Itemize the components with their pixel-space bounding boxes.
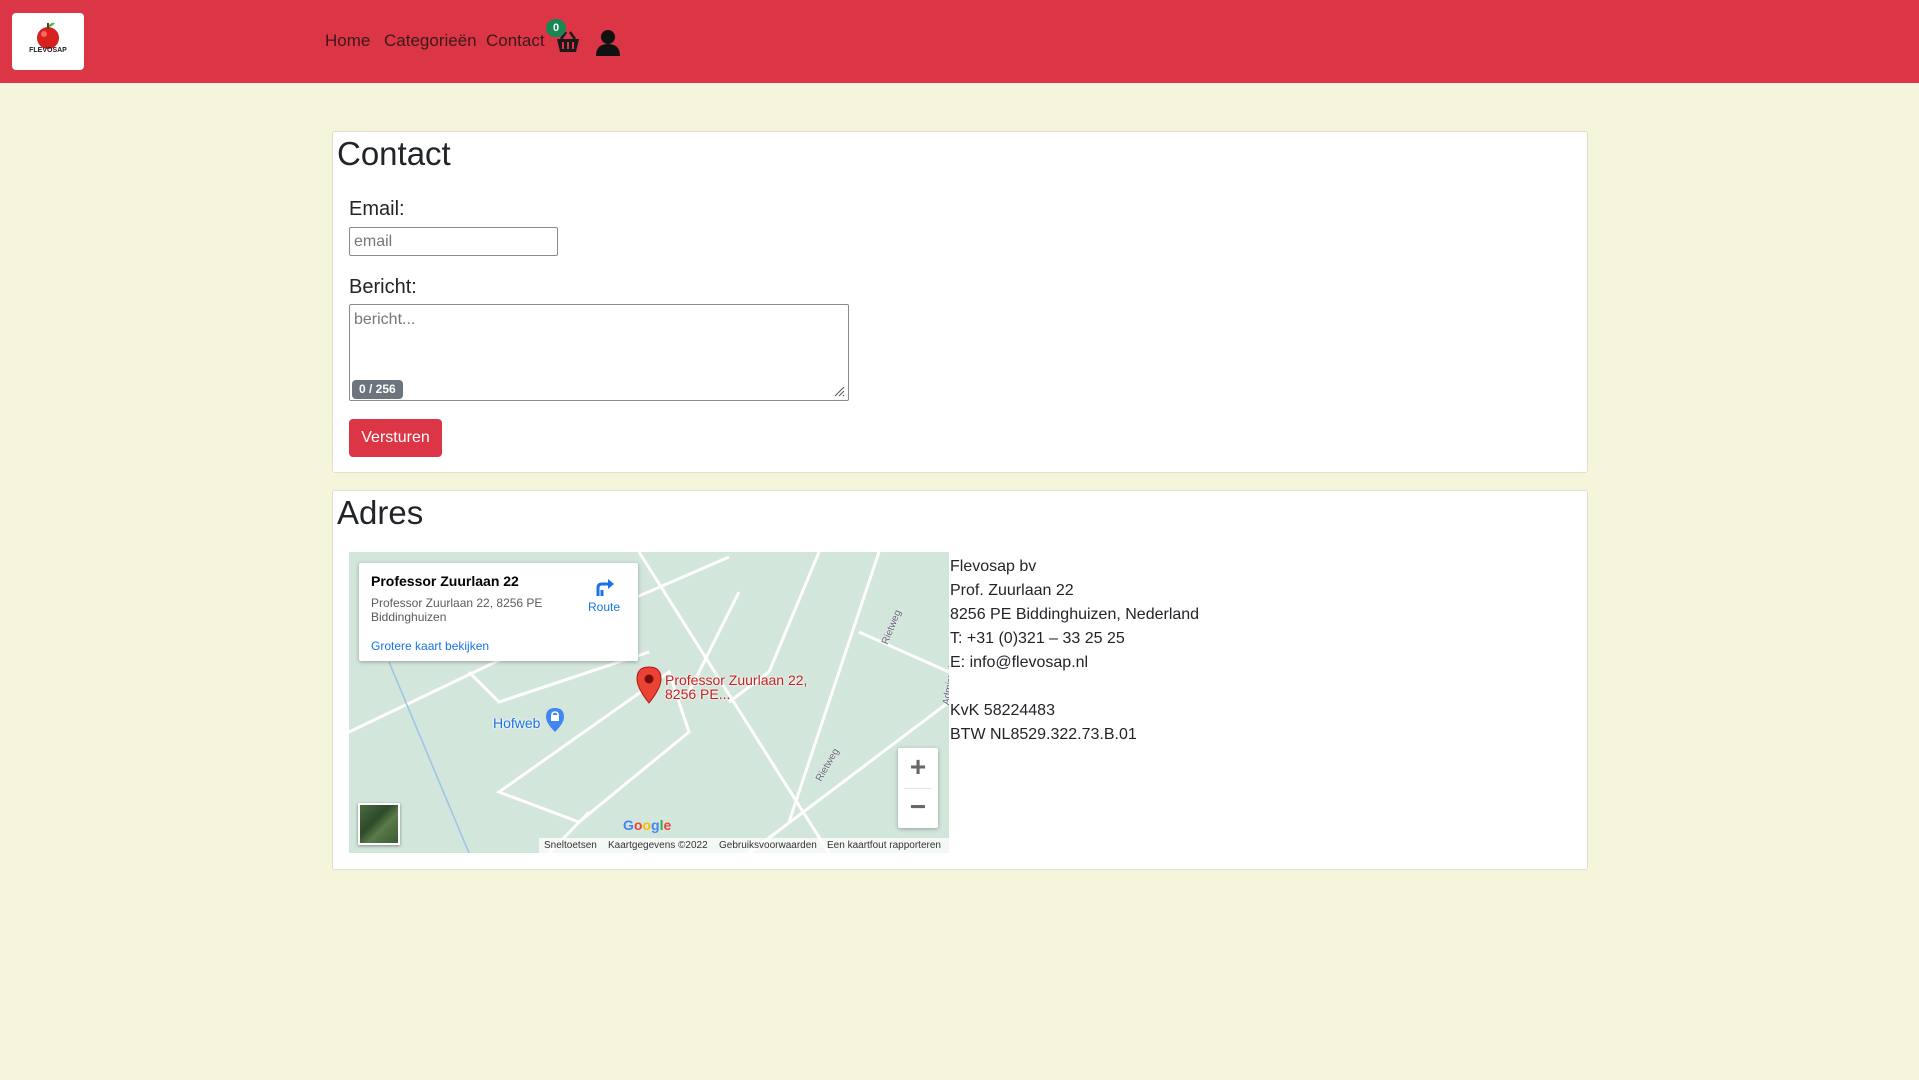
cart-count-badge: 0 — [546, 19, 566, 37]
terms-link[interactable]: Gebruiksvoorwaarden — [719, 838, 817, 853]
map-footer: Sneltoetsen Kaartgegevens ©2022 Gebruiks… — [539, 838, 949, 853]
address-street: Prof. Zuurlaan 22 — [950, 582, 1074, 599]
poi-label[interactable]: Hofweb — [493, 715, 540, 731]
google-logo: Google — [623, 817, 672, 833]
contact-title: Contact — [337, 135, 451, 172]
route-label[interactable]: Route — [588, 600, 620, 614]
map-info-title: Professor Zuurlaan 22 — [371, 573, 519, 589]
submit-button[interactable]: Versturen — [349, 419, 442, 457]
map-embed[interactable]: Professor Zuurlaan 22 Professor Zuurlaan… — [349, 552, 949, 853]
address-spacer — [950, 675, 1199, 699]
email-label: Email: — [349, 198, 405, 220]
map-pin-label: Professor Zuurlaan 22, 8256 PE... — [665, 672, 808, 702]
logo-link[interactable]: FLEVOSAP — [12, 13, 84, 70]
zoom-controls: + − — [898, 748, 938, 828]
poi-shop-icon[interactable] — [545, 707, 565, 733]
report-error-link[interactable]: Een kaartfout rapporteren — [827, 838, 941, 853]
logo-text: FLEVOSAP — [29, 47, 67, 54]
address-company: Flevosap bv — [950, 558, 1037, 575]
map-info-address: Professor Zuurlaan 22, 8256 PE Biddinghu… — [371, 596, 543, 624]
contact-card: Contact Email: Bericht: 0 / 256 Versture… — [332, 131, 1588, 473]
zoom-in-button[interactable]: + — [898, 748, 938, 788]
keyboard-shortcuts-link[interactable]: Sneltoetsen — [544, 838, 597, 853]
nav-contact[interactable]: Contact — [486, 31, 545, 51]
navbar: FLEVOSAP Home Categorieën Contact 0 — [0, 0, 1919, 83]
route-icon[interactable] — [594, 576, 616, 598]
map-info-box: Professor Zuurlaan 22 Professor Zuurlaan… — [359, 563, 638, 661]
address-title: Adres — [337, 494, 424, 531]
nav-home[interactable]: Home — [325, 31, 370, 51]
user-icon[interactable] — [595, 29, 621, 56]
map-data-credit: Kaartgegevens ©2022 — [608, 840, 708, 851]
map-pin-icon[interactable] — [636, 666, 662, 704]
nav-categories[interactable]: Categorieën — [384, 31, 477, 51]
address-block: Flevosap bv Prof. Zuurlaan 22 8256 PE Bi… — [950, 555, 1199, 747]
larger-map-link[interactable]: Grotere kaart bekijken — [371, 639, 489, 653]
message-label: Bericht: — [349, 276, 417, 298]
zoom-out-button[interactable]: − — [898, 788, 938, 828]
resize-grip-icon[interactable] — [833, 385, 845, 397]
address-phone: T: +31 (0)321 – 33 25 25 — [950, 630, 1125, 647]
address-city: 8256 PE Biddinghuizen, Nederland — [950, 606, 1200, 623]
address-card: Adres Professor Zuurlaan 22 Professor Zu… — [332, 490, 1588, 870]
character-counter: 0 / 256 — [352, 380, 403, 399]
address-btw: BTW NL8529.322.73.B.01 — [950, 726, 1137, 743]
satellite-toggle[interactable] — [358, 803, 400, 845]
address-email: E: info@flevosap.nl — [950, 654, 1089, 671]
address-kvk: KvK 58224483 — [950, 702, 1055, 719]
email-input[interactable] — [349, 227, 558, 256]
message-textarea[interactable] — [349, 304, 849, 401]
